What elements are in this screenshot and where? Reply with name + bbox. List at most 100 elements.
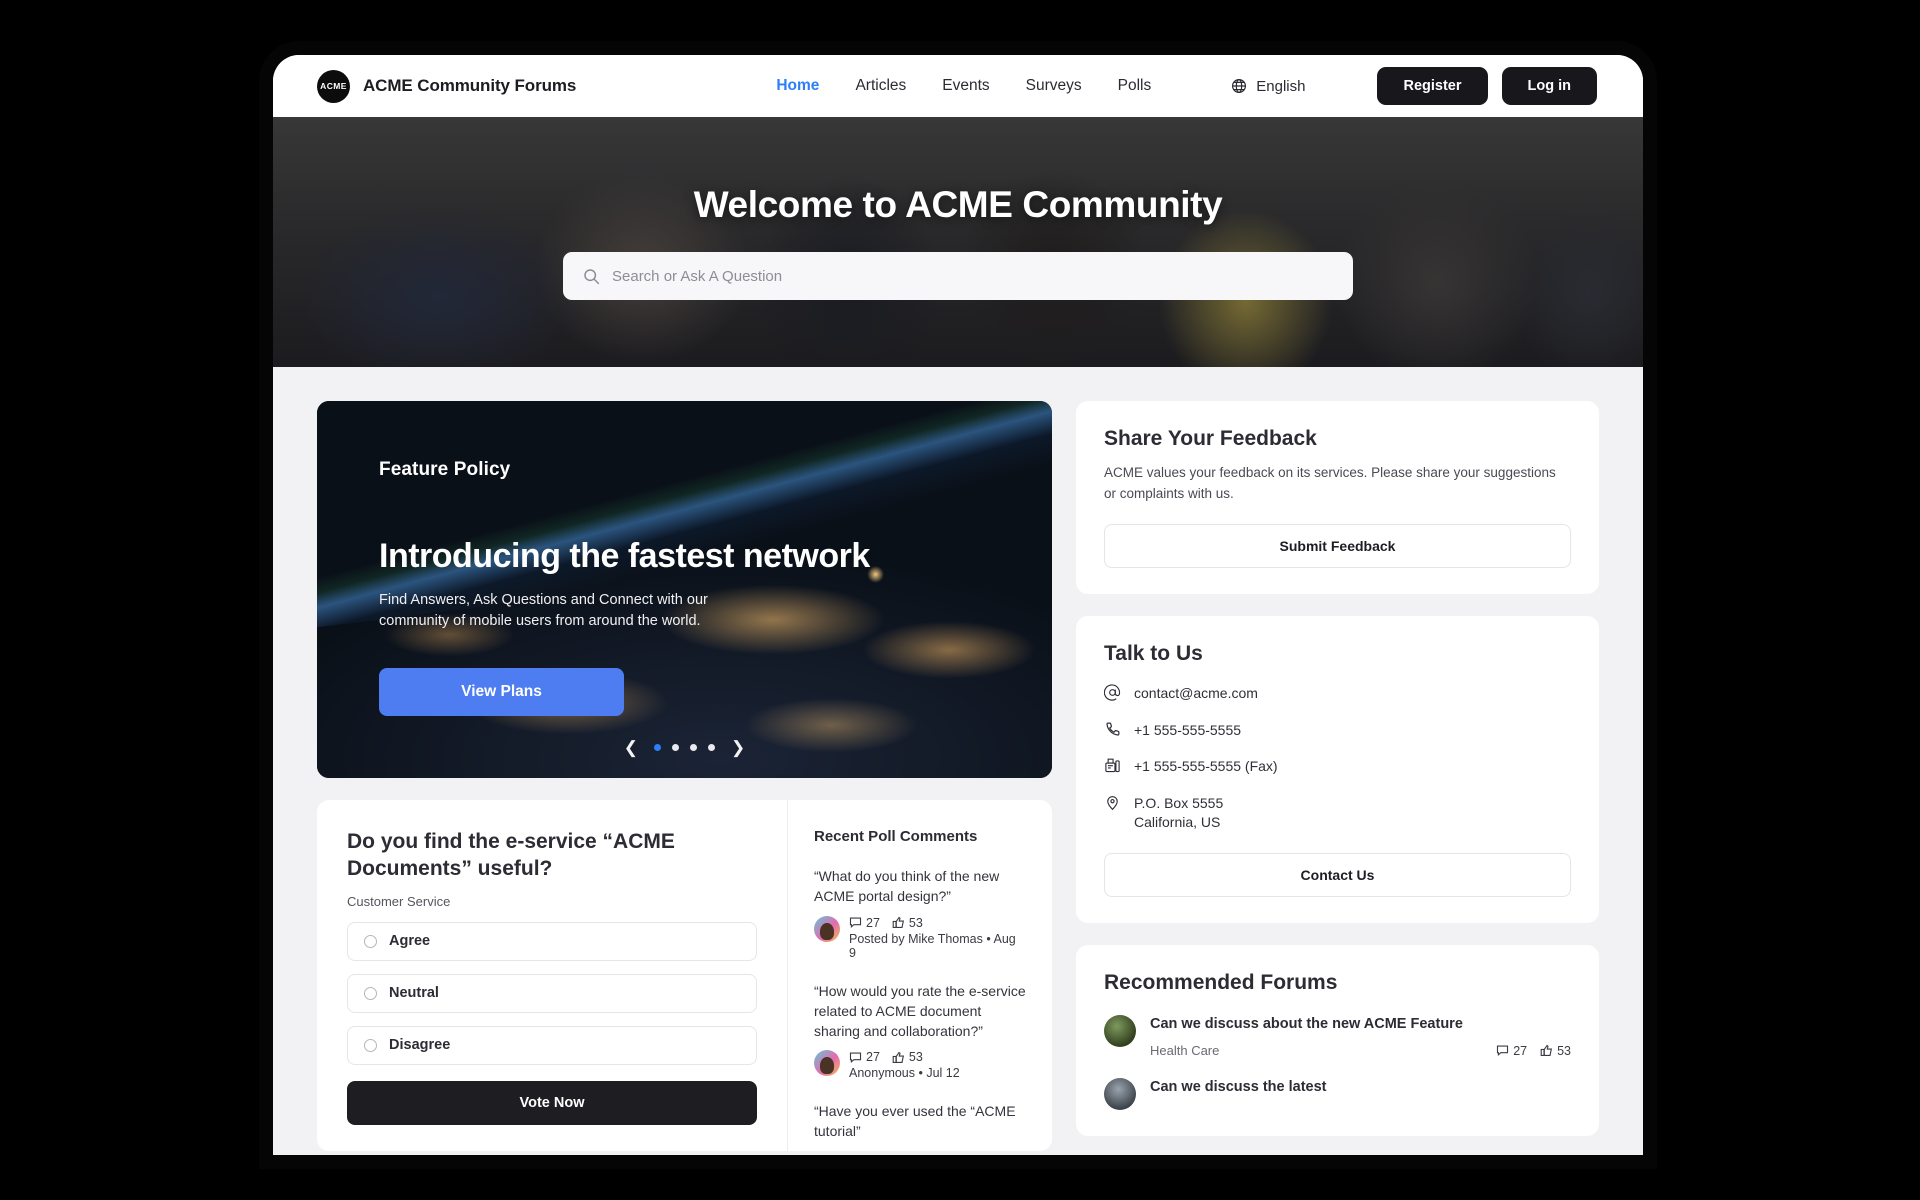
hero-overlay [273,117,1643,367]
chevron-right-icon[interactable]: ❯ [731,739,745,756]
at-sign-icon [1104,684,1121,701]
chevron-left-icon[interactable]: ❮ [624,739,638,756]
carousel-headline: Introducing the fastest network [379,537,870,575]
brand[interactable]: ACME ACME Community Forums [317,69,577,103]
comment-quote: “What do you think of the new ACME porta… [814,868,1000,904]
forum-category: Health Care [1150,1043,1220,1059]
language-label: English [1256,77,1306,95]
comment-item[interactable]: “How would you rate the e-service relate… [814,982,1026,1081]
poll-option-label: Neutral [389,985,439,1002]
radio-icon[interactable] [364,1038,377,1052]
submit-feedback-button[interactable]: Submit Feedback [1104,524,1571,569]
poll-option-label: Agree [389,933,431,950]
contact-address-row[interactable]: P.O. Box 5555 California, US [1104,794,1571,833]
poll-option-neutral[interactable]: Neutral [347,973,757,1013]
nav-item-surveys[interactable]: Surveys [1026,77,1082,95]
acme-logo-icon: ACME [317,69,350,103]
carousel-subline: Find Answers, Ask Questions and Connect … [379,592,708,630]
nav-item-home[interactable]: Home [776,77,819,95]
poll-option-agree[interactable]: Agree [347,921,757,961]
page-body: Feature Policy Introducing the fastest n… [273,367,1643,1155]
recommended-forums-card: Recommended Forums Can we discuss about … [1076,945,1599,1137]
recent-comments-title: Recent Poll Comments [814,828,978,845]
carousel-dots [654,744,715,751]
phone-icon [1104,721,1121,738]
comment-item[interactable]: “Have you ever used the “ACME tutorial” [814,1102,1026,1142]
forum-list-item[interactable]: Can we discuss the latest [1104,1078,1571,1111]
comment-byline: Anonymous • Jul 12 [849,1066,960,1081]
register-button[interactable]: Register [1377,67,1488,105]
carousel-dot-1[interactable] [654,744,661,751]
share-feedback-card: Share Your Feedback ACME values your fee… [1076,401,1599,595]
comment-item[interactable]: “What do you think of the new ACME porta… [814,867,1026,960]
contact-us-button[interactable]: Contact Us [1104,853,1571,897]
contact-address-line1: P.O. Box 5555 [1134,794,1224,811]
comment-count: 27 [849,916,880,930]
search-icon [583,268,600,285]
feature-carousel: Feature Policy Introducing the fastest n… [317,401,1052,778]
poll-form: Do you find the e-service “ACME Document… [317,800,787,1151]
globe-icon [1231,78,1247,94]
forum-avatar [1104,1078,1136,1111]
nav-item-articles[interactable]: Articles [855,77,906,95]
top-navigation-bar: ACME ACME Community Forums Home Articles… [273,55,1643,117]
carousel-controls: ❮ ❯ [317,739,1052,756]
carousel-kicker: Feature Policy [379,459,511,480]
contact-phone: +1 555-555-5555 [1134,721,1242,738]
radio-icon[interactable] [364,986,377,1000]
app-window: ACME ACME Community Forums Home Articles… [273,55,1643,1155]
main-column: Feature Policy Introducing the fastest n… [317,401,1052,1155]
brand-name: ACME Community Forums [363,76,577,95]
nav-item-polls[interactable]: Polls [1118,77,1152,95]
language-selector[interactable]: English [1231,78,1305,95]
comment-count: 27 [1496,1044,1527,1058]
share-feedback-body: ACME values your feedback on its service… [1104,465,1556,501]
poll-option-disagree[interactable]: Disagree [347,1025,757,1065]
location-pin-icon [1104,794,1121,811]
talk-to-us-card: Talk to Us contact@acme.com +1 555-555-5… [1076,616,1599,923]
comment-count: 27 [849,1050,880,1064]
carousel-dot-2[interactable] [672,744,679,751]
auth-actions: Register Log in [1377,67,1597,105]
desktop-backdrop: ACME ACME Community Forums Home Articles… [0,0,1920,1200]
forum-title: Can we discuss the latest [1150,1079,1327,1096]
recommended-forums-title: Recommended Forums [1104,971,1338,994]
contact-email: contact@acme.com [1134,685,1258,702]
hero-title: Welcome to ACME Community [693,184,1223,225]
search-bar[interactable] [563,252,1353,300]
hero-section: Welcome to ACME Community [273,117,1643,367]
carousel-dot-4[interactable] [708,744,715,751]
forum-title: Can we discuss about the new ACME Featur… [1150,1016,1463,1032]
radio-icon[interactable] [364,934,377,948]
avatar [814,1050,840,1077]
login-button[interactable]: Log in [1501,67,1597,105]
vote-now-button[interactable]: Vote Now [347,1080,757,1125]
recent-poll-comments: Recent Poll Comments “What do you think … [787,800,1052,1151]
forum-avatar [1104,1015,1136,1047]
sidebar-column: Share Your Feedback ACME values your fee… [1076,401,1599,1155]
talk-to-us-title: Talk to Us [1104,642,1203,666]
like-count: 53 [892,1050,923,1064]
primary-nav: Home Articles Events Surveys Polls Engli… [776,67,1597,105]
search-input[interactable] [612,267,1333,285]
view-plans-button[interactable]: View Plans [379,668,624,717]
comment-byline: Posted by Mike Thomas • Aug 9 [849,931,1016,960]
poll-category: Customer Service [347,893,451,909]
contact-email-row[interactable]: contact@acme.com [1104,684,1571,704]
contact-fax: +1 555-555-5555 (Fax) [1134,758,1278,775]
like-count: 53 [892,916,923,930]
like-count: 53 [1540,1044,1571,1058]
carousel-dot-3[interactable] [690,744,697,751]
fax-icon [1104,757,1121,774]
contact-fax-row[interactable]: +1 555-555-5555 (Fax) [1104,757,1571,777]
comment-quote: “Have you ever used the “ACME tutorial” [814,1103,1016,1140]
avatar [814,915,840,942]
share-feedback-title: Share Your Feedback [1104,427,1317,450]
poll-question: Do you find the e-service “ACME Document… [347,830,675,881]
nav-item-events[interactable]: Events [942,77,989,95]
forum-list-item[interactable]: Can we discuss about the new ACME Featur… [1104,1015,1571,1058]
contact-phone-row[interactable]: +1 555-555-5555 [1104,721,1571,741]
contact-address-line2: California, US [1134,814,1221,831]
poll-option-label: Disagree [389,1037,451,1054]
comment-quote: “How would you rate the e-service relate… [814,982,1026,1039]
